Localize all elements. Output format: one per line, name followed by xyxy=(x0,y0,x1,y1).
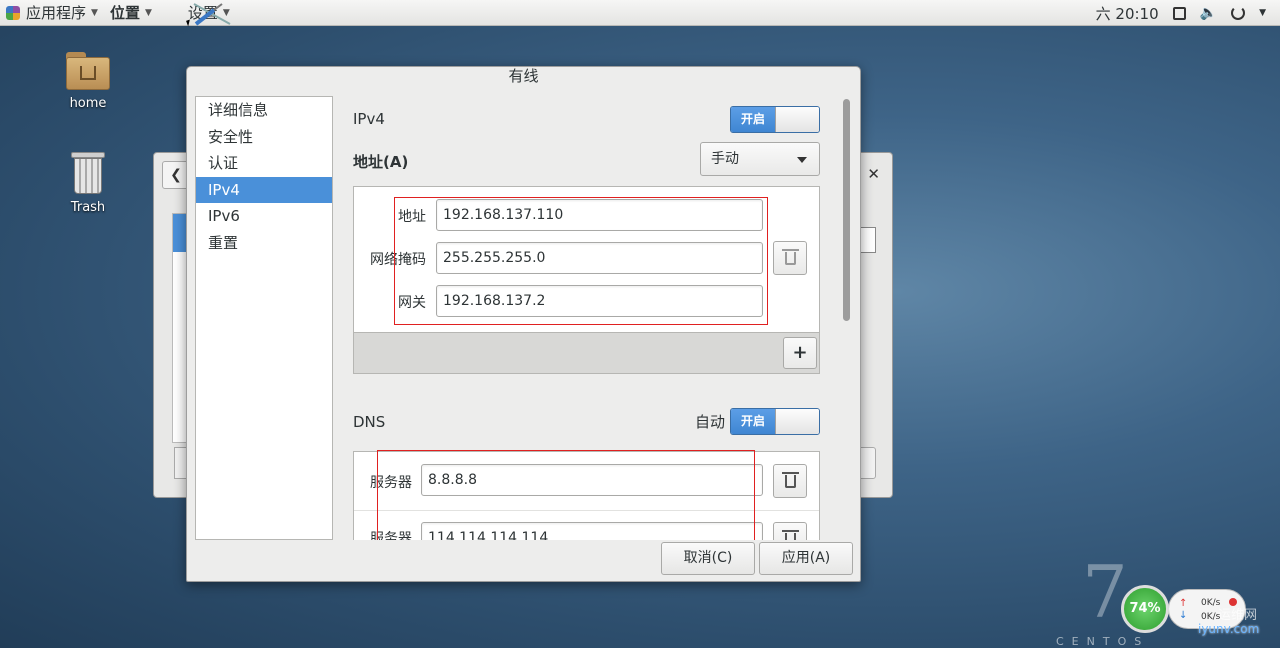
volume-icon[interactable]: 🔈 xyxy=(1200,5,1217,21)
usage-gauge[interactable]: 74% xyxy=(1121,585,1169,633)
chevron-down-icon[interactable]: ▼ xyxy=(1259,8,1266,18)
applications-logo-icon xyxy=(6,5,20,20)
close-icon[interactable]: ✕ xyxy=(867,165,880,183)
desktop-trash-icon[interactable]: Trash xyxy=(48,152,128,215)
dns-section-title: DNS xyxy=(353,413,386,431)
applications-menu-label: 应用程序 xyxy=(26,4,87,22)
switch-knob xyxy=(775,107,819,132)
settings-tools-icon xyxy=(193,3,231,26)
wired-settings-dialog: 有线 详细信息 安全性 认证 IPv4 IPv6 重置 IPv4 开启 地址(A… xyxy=(186,66,861,582)
trash-icon xyxy=(785,533,796,540)
home-folder-icon xyxy=(66,52,110,90)
dns-auto-toggle-switch[interactable]: 开启 xyxy=(730,408,820,435)
dns-highlight-box xyxy=(377,450,755,540)
chevron-down-icon: ▼ xyxy=(91,7,98,18)
desktop-home-label: home xyxy=(69,96,107,111)
chevron-down-icon xyxy=(797,157,807,163)
upload-arrow-icon: ↑ xyxy=(1179,598,1188,609)
address-toolbar: + xyxy=(353,332,820,374)
switch-knob xyxy=(775,409,819,434)
trash-icon-lid xyxy=(782,249,799,251)
address-method-dropdown[interactable]: 手动 xyxy=(700,142,820,176)
delete-address-button[interactable] xyxy=(773,241,807,275)
dns-switch-on-label: 开启 xyxy=(731,409,775,434)
sidebar-item-security[interactable]: 安全性 xyxy=(196,124,332,151)
centos-seven-watermark: 7 xyxy=(1082,550,1128,634)
power-icon[interactable] xyxy=(1231,6,1246,20)
trash-icon-lid xyxy=(782,530,799,532)
trash-can-icon xyxy=(71,152,105,194)
system-tray: 六 20:10 🔈 ▼ xyxy=(1096,0,1266,26)
address-method-label: 地址(A) xyxy=(353,153,409,171)
add-address-button[interactable]: + xyxy=(783,337,817,369)
site-watermark-cn: 运维网 xyxy=(1218,608,1258,623)
places-menu-label: 位置 xyxy=(109,4,140,22)
trash-icon xyxy=(785,475,796,488)
applications-menu[interactable]: 应用程序 ▼ xyxy=(0,0,104,26)
top-panel: 应用程序 ▼ 位置 ▼ 设置 ▼ 六 20:10 🔈 ▼ xyxy=(0,0,1280,26)
download-arrow-icon: ↓ xyxy=(1179,610,1188,621)
ipv4-settings-content: IPv4 开启 地址(A) 手动 地址 192.168.137.110 网络掩码… xyxy=(353,96,821,540)
dns-auto-label: 自动 xyxy=(695,413,726,431)
sidebar-item-authentication[interactable]: 认证 xyxy=(196,150,332,177)
trash-icon xyxy=(785,252,796,265)
delete-dns-server-button-2[interactable] xyxy=(773,522,807,540)
places-menu[interactable]: 位置 ▼ xyxy=(104,0,158,26)
desktop-home-icon[interactable]: home xyxy=(48,52,128,111)
ipv4-toggle-switch[interactable]: 开启 xyxy=(730,106,820,133)
address-method-value: 手动 xyxy=(711,151,739,167)
scrollbar-thumb[interactable] xyxy=(843,99,850,321)
sidebar-item-reset[interactable]: 重置 xyxy=(196,230,332,257)
ipv4-section-title: IPv4 xyxy=(353,110,385,128)
window-switcher-icon[interactable] xyxy=(1172,6,1186,20)
address-highlight-box xyxy=(394,197,768,325)
dialog-title: 有线 xyxy=(508,67,539,85)
cancel-button[interactable]: 取消(C) xyxy=(661,542,755,575)
clock[interactable]: 六 20:10 xyxy=(1096,3,1159,24)
ipv4-switch-on-label: 开启 xyxy=(731,107,775,132)
sidebar-item-ipv4[interactable]: IPv4 xyxy=(196,176,332,203)
background-list xyxy=(172,213,187,443)
apply-button[interactable]: 应用(A) xyxy=(759,542,853,575)
settings-sidebar: 详细信息 安全性 认证 IPv4 IPv6 重置 xyxy=(195,96,333,540)
sidebar-item-details[interactable]: 详细信息 xyxy=(196,97,332,124)
sidebar-item-ipv6[interactable]: IPv6 xyxy=(196,203,332,230)
chevron-down-icon: ▼ xyxy=(144,7,152,18)
site-watermark: iyunv.com xyxy=(1198,622,1260,636)
trash-icon-lid xyxy=(782,472,799,474)
desktop-trash-label: Trash xyxy=(70,200,106,215)
centos-word-watermark: CENTOS xyxy=(1056,635,1150,648)
content-scrollbar[interactable] xyxy=(843,99,850,539)
delete-dns-server-button[interactable] xyxy=(773,464,807,498)
